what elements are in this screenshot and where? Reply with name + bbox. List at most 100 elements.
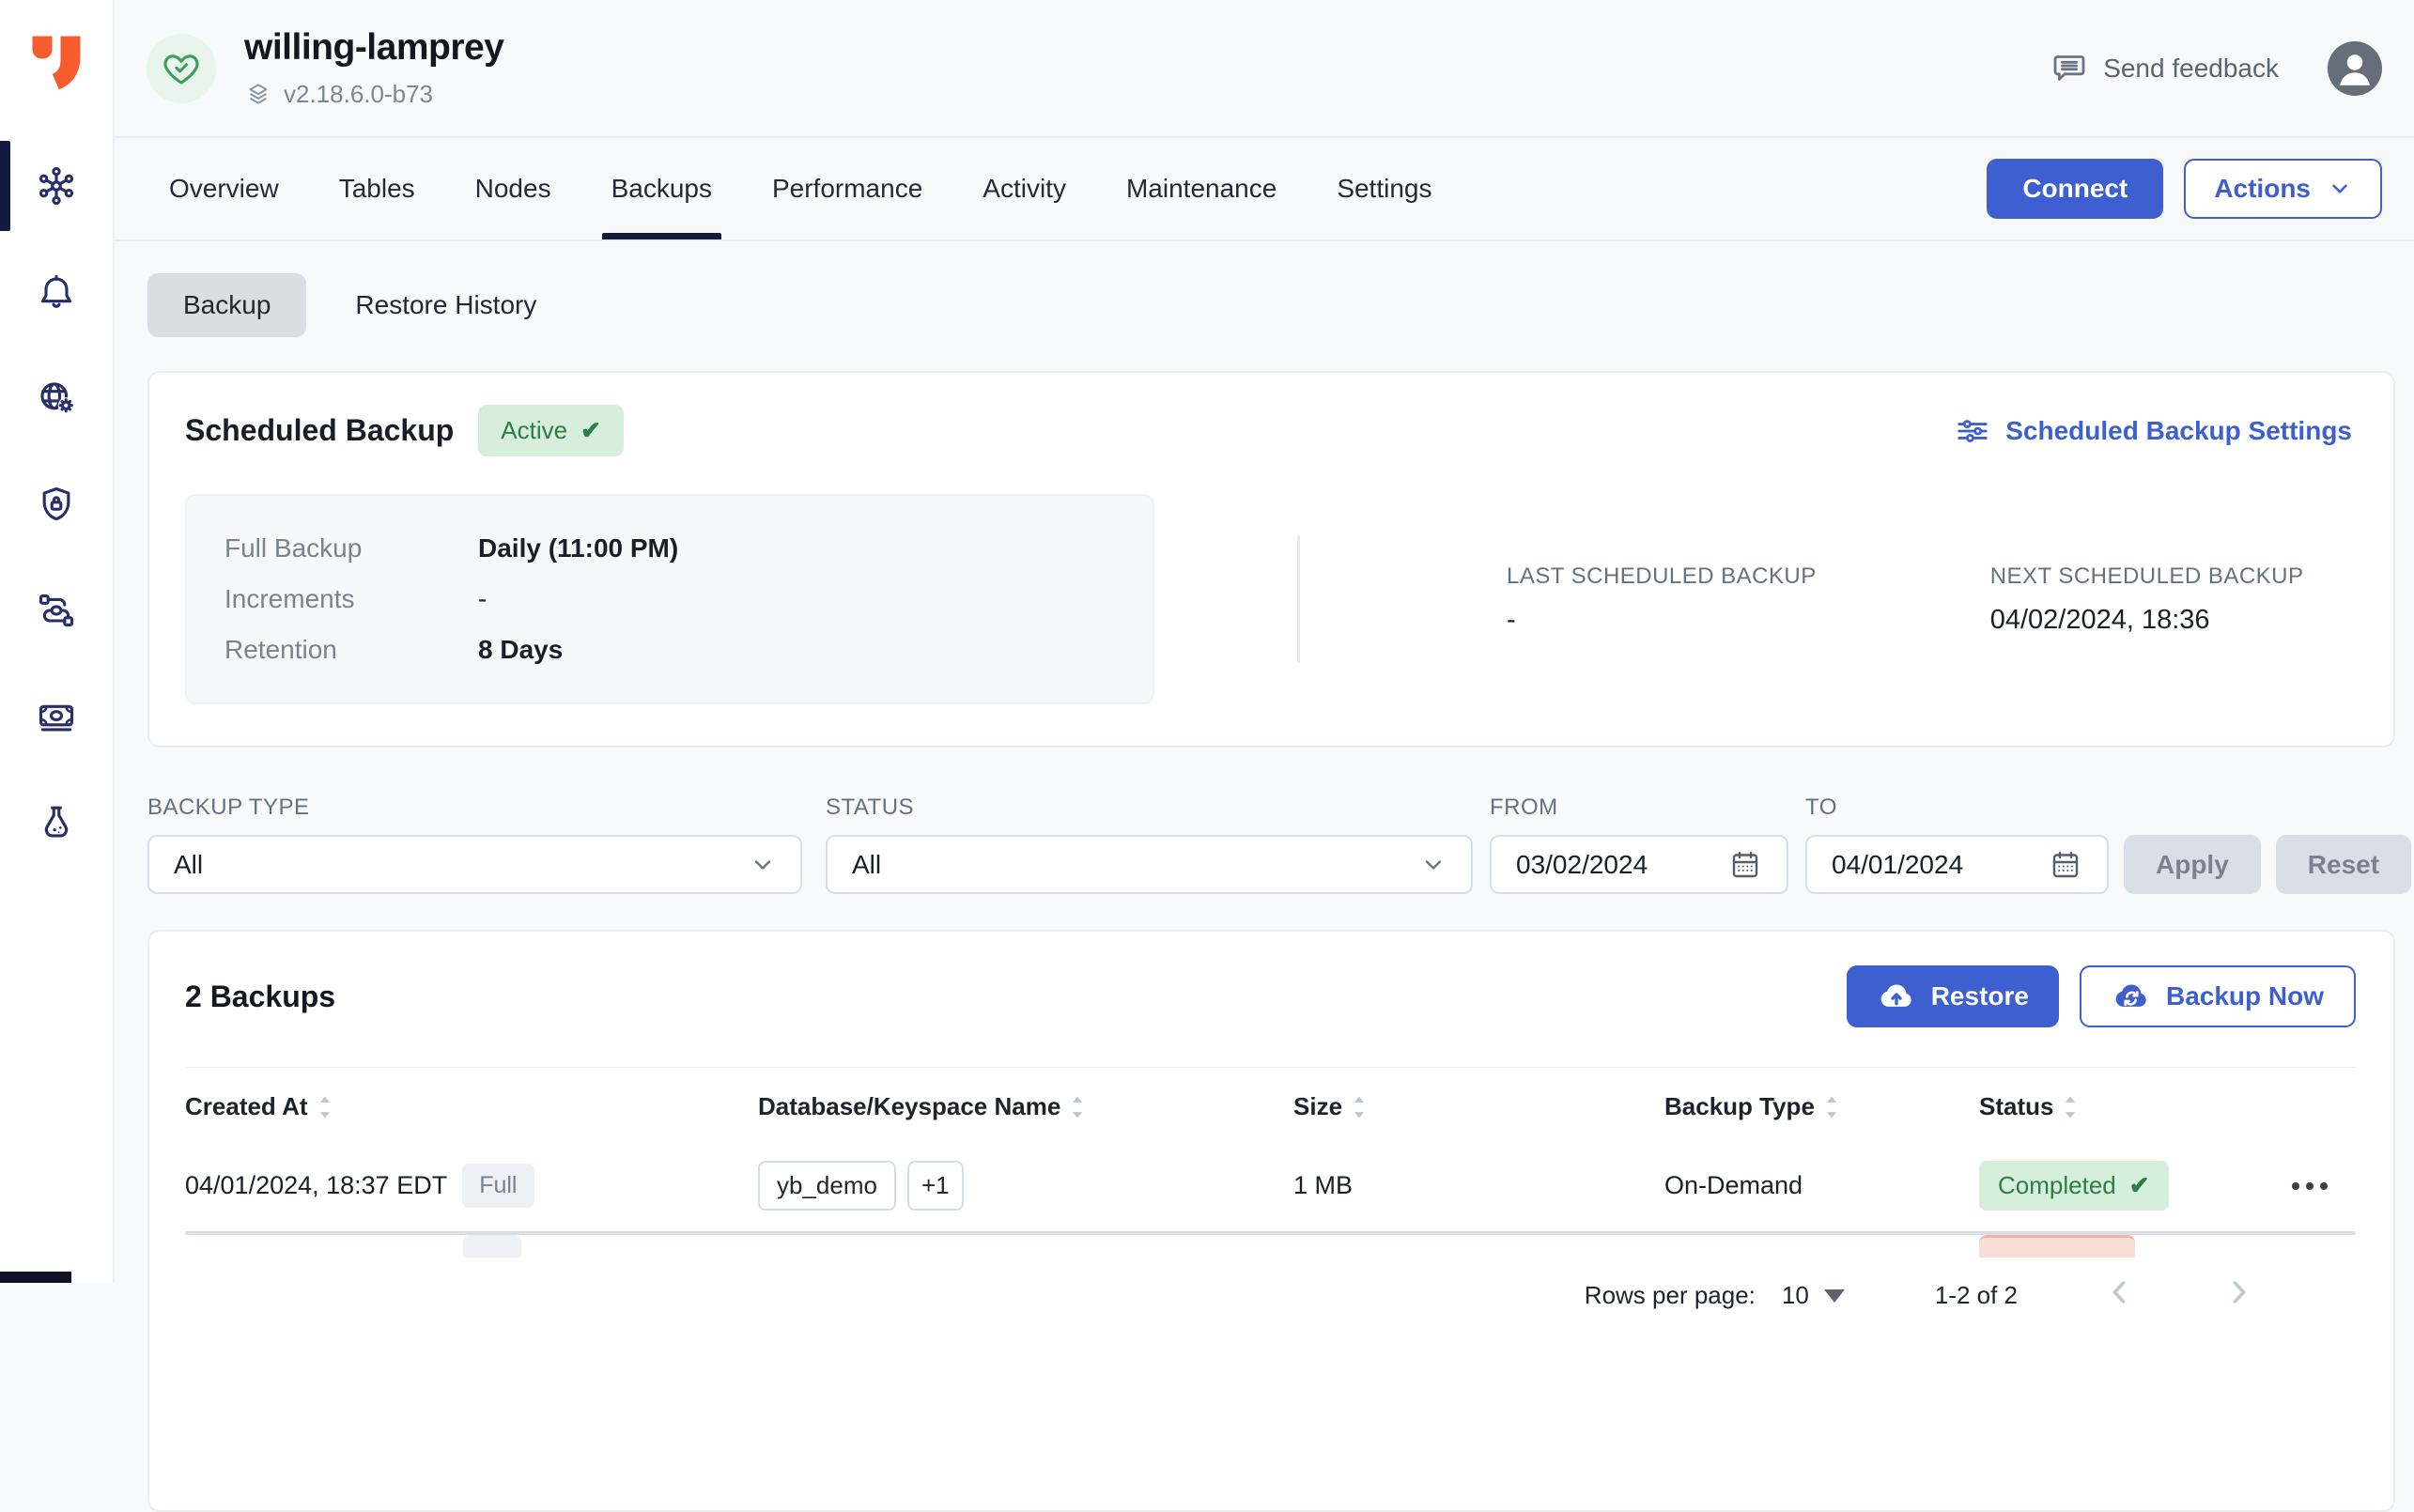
backup-subtabs: Backup Restore History — [147, 273, 2395, 337]
info-row-increments: Increments - — [224, 584, 1124, 614]
tab-overview[interactable]: Overview — [147, 138, 309, 239]
info-value: Daily (11:00 PM) — [478, 533, 679, 563]
to-date-value: 04/01/2024 — [1832, 849, 1964, 879]
tab-backups[interactable]: Backups — [581, 138, 742, 239]
last-scheduled-backup: LAST SCHEDULED BACKUP - — [1507, 563, 1817, 636]
rows-per-page-select[interactable]: 10 — [1782, 1281, 1845, 1310]
backup-type-select[interactable]: All — [147, 835, 802, 894]
cluster-header: willing-lamprey v2.18.6.0-b73 Send feedb… — [115, 0, 2414, 138]
send-feedback-button[interactable]: Send feedback — [2050, 50, 2279, 87]
backup-now-label: Backup Now — [2165, 981, 2324, 1011]
status-badge-partial — [1979, 1235, 2135, 1257]
sort-icon — [317, 1094, 333, 1120]
apply-button[interactable]: Apply — [2124, 835, 2261, 894]
table-pagination: Rows per page: 10 1-2 of 2 — [185, 1276, 2356, 1315]
info-value: - — [478, 584, 487, 613]
user-avatar[interactable] — [2328, 40, 2382, 96]
clusters-icon — [39, 166, 74, 206]
table-row-partial[interactable] — [185, 1235, 2356, 1257]
cell-keyspace: yb_demo +1 — [758, 1161, 1293, 1211]
sidebar-item-security[interactable] — [0, 474, 113, 534]
active-label: Active — [501, 416, 568, 444]
table-row[interactable]: 04/01/2024, 18:37 EDT Full yb_demo +1 1 … — [185, 1144, 2356, 1231]
cluster-version: v2.18.6.0-b73 — [244, 80, 503, 109]
to-date-input[interactable]: 04/01/2024 — [1805, 835, 2109, 894]
billing-icon — [39, 704, 74, 732]
sort-icon — [1824, 1094, 1839, 1120]
full-backup-pill: Full — [462, 1164, 534, 1208]
from-label: FROM — [1490, 795, 1558, 820]
keyspace-more-chip[interactable]: +1 — [906, 1161, 964, 1211]
rows-per-page-label: Rows per page: — [1584, 1281, 1756, 1309]
check-icon: ✔ — [580, 416, 601, 444]
cluster-tabbar: Overview Tables Nodes Backups Performanc… — [115, 138, 2414, 241]
cluster-health-badge — [147, 33, 216, 103]
sidebar-item-network[interactable] — [0, 368, 113, 428]
filter-from-date: FROM 03/02/2024 — [1490, 795, 1805, 894]
row-menu-button[interactable] — [2288, 1173, 2331, 1199]
cell-size: 1 MB — [1293, 1171, 1664, 1200]
column-backup-type[interactable]: Backup Type — [1664, 1092, 1979, 1121]
tab-maintenance[interactable]: Maintenance — [1096, 138, 1307, 239]
cloud-upload-icon — [1880, 984, 1911, 1007]
scheduled-backup-title: Scheduled Backup — [185, 413, 455, 447]
column-created-at[interactable]: Created At — [185, 1092, 758, 1121]
sidebar-item-integrations[interactable] — [0, 580, 113, 640]
tab-activity[interactable]: Activity — [952, 138, 1096, 239]
size-value: 1 MB — [1293, 1171, 1354, 1199]
backups-table-card: 2 Backups Restore Backup Now Created At … — [147, 930, 2395, 1512]
column-label: Size — [1293, 1092, 1343, 1120]
sidebar-item-billing[interactable] — [0, 687, 113, 747]
sidebar-item-clusters[interactable] — [0, 141, 113, 231]
previous-page-button[interactable] — [2104, 1276, 2136, 1315]
bell-icon — [40, 274, 72, 308]
shield-lock-icon — [42, 486, 70, 521]
backup-now-button[interactable]: Backup Now — [2079, 965, 2356, 1027]
tab-label: Activity — [983, 174, 1066, 203]
column-keyspace[interactable]: Database/Keyspace Name — [758, 1092, 1293, 1121]
settings-link-label: Scheduled Backup Settings — [2005, 415, 2352, 445]
version-label: v2.18.6.0-b73 — [284, 80, 434, 108]
info-label: Increments — [224, 584, 355, 613]
chevron-down-icon — [754, 859, 771, 870]
tabs: Overview Tables Nodes Backups Performanc… — [147, 138, 1462, 239]
backups-content: Backup Restore History Scheduled Backup … — [115, 241, 2414, 1512]
sidebar-item-labs[interactable] — [0, 793, 113, 853]
completed-label: Completed — [1998, 1171, 2116, 1199]
globe-gear-icon — [40, 382, 74, 414]
subtab-backup[interactable]: Backup — [147, 273, 307, 337]
tab-tables[interactable]: Tables — [309, 138, 445, 239]
table-column-headers: Created At Database/Keyspace Name Size B… — [185, 1067, 2356, 1144]
reset-button[interactable]: Reset — [2275, 835, 2412, 894]
tab-performance[interactable]: Performance — [742, 138, 952, 239]
column-status[interactable]: Status — [1979, 1092, 2252, 1121]
cluster-meta: willing-lamprey v2.18.6.0-b73 — [244, 27, 504, 109]
main-panel: willing-lamprey v2.18.6.0-b73 Send feedb… — [115, 0, 2414, 1512]
sliders-icon — [1958, 419, 1988, 442]
chevron-left-icon — [2112, 1281, 2126, 1304]
tab-label: Maintenance — [1125, 174, 1277, 203]
column-label: Backup Type — [1664, 1092, 1815, 1120]
scheduled-backup-settings-link[interactable]: Scheduled Backup Settings — [1955, 413, 2352, 449]
column-size[interactable]: Size — [1293, 1092, 1664, 1121]
status-select[interactable]: All — [826, 835, 1473, 894]
flow-icon — [39, 594, 74, 626]
restore-button[interactable]: Restore — [1846, 965, 2059, 1027]
tab-label: Tables — [338, 174, 415, 203]
next-page-button[interactable] — [2222, 1276, 2254, 1315]
status-label: STATUS — [826, 795, 914, 820]
pagination-range: 1-2 of 2 — [1934, 1281, 2018, 1309]
actions-dropdown-button[interactable]: Actions — [2184, 159, 2382, 219]
chevron-right-icon — [2233, 1281, 2246, 1304]
subtab-restore-history[interactable]: Restore History — [344, 273, 548, 337]
connect-button[interactable]: Connect — [1987, 159, 2164, 219]
scheduled-backup-header: Scheduled Backup Active ✔ Scheduled Back… — [185, 405, 2352, 456]
restore-label: Restore — [1930, 981, 2029, 1011]
from-date-input[interactable]: 03/02/2024 — [1490, 835, 1788, 894]
tab-nodes[interactable]: Nodes — [445, 138, 581, 239]
status-badge-completed: Completed ✔ — [1979, 1161, 2169, 1211]
backup-type-value: All — [174, 849, 204, 879]
tab-settings[interactable]: Settings — [1307, 138, 1462, 239]
column-label: Database/Keyspace Name — [758, 1092, 1061, 1120]
sidebar-item-alerts[interactable] — [0, 262, 113, 322]
